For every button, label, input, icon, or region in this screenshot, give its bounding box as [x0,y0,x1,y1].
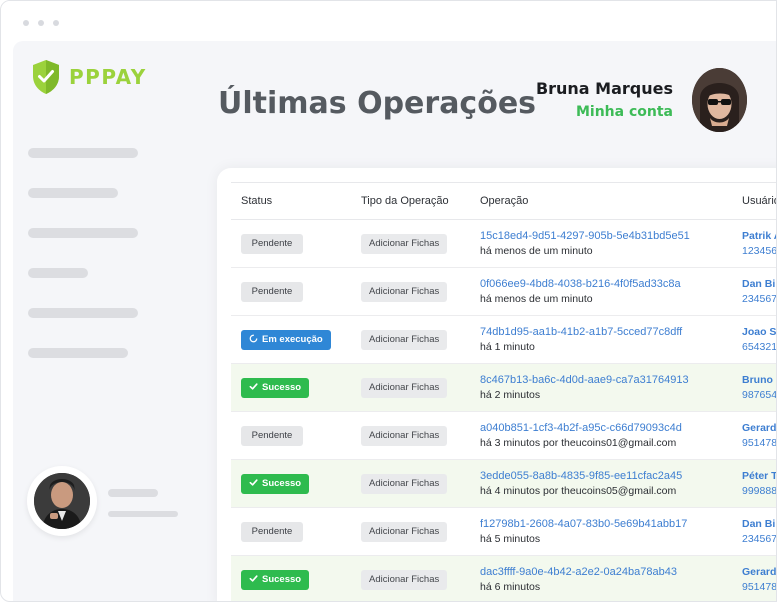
profile-role-placeholder [108,511,178,517]
my-account-link[interactable]: Minha conta [576,104,673,120]
operation-id-link[interactable]: 8c467b13-ba6c-4d0d-aae9-ca7a31764913 [480,374,732,386]
table-row[interactable]: Pendente Adicionar Fichas a040b851-1cf3-… [231,411,777,460]
operation-type-badge: Adicionar Fichas [361,329,448,350]
status-badge-success: Sucesso [241,569,310,590]
status-badge-pending: Pendente [241,233,303,254]
table-row[interactable]: Em execução Adicionar Fichas 74db1d95-aa… [231,315,777,364]
operations-card: Status Tipo da Operação Operação Usuário… [217,168,777,601]
app-window: PPPAY Últimas Operações Bruna Marques Mi… [0,0,777,602]
sidebar-item-placeholder[interactable] [28,348,128,358]
column-header-status[interactable]: Status [231,182,351,220]
check-icon [249,383,258,391]
brand-logo[interactable]: PPPAY [31,59,147,95]
operation-time: há 4 minutos por theucoins05@gmail.com [480,485,677,497]
user-number: 999888 [742,485,777,497]
window-dot-minimize[interactable] [38,20,44,26]
user-number: 654321 [742,341,777,353]
window-dot-maximize[interactable] [53,20,59,26]
window-dot-close[interactable] [23,20,29,26]
table-row[interactable]: Pendente Adicionar Fichas 15c18ed4-9d51-… [231,219,777,268]
table-header-row: Status Tipo da Operação Operação Usuário [231,182,776,220]
user-name-link[interactable]: Gerard I [742,422,776,434]
column-header-operation-type[interactable]: Tipo da Operação [351,182,470,220]
user-number: 951478 [742,437,777,449]
status-label: Sucesso [262,381,302,393]
user-number: 951478 [742,581,777,593]
avatar [34,473,90,529]
sidebar-item-placeholder[interactable] [28,308,138,318]
user-name-link[interactable]: Dan Bilz [742,518,776,530]
operation-time: há menos de um minuto [480,293,593,305]
operation-id-link[interactable]: 3edde055-8a8b-4835-9f85-ee11cfac2a45 [480,470,732,482]
status-label: Sucesso [262,477,302,489]
operations-table: Status Tipo da Operação Operação Usuário… [231,182,777,601]
sidebar-item-placeholder[interactable] [28,188,118,198]
user-name-link[interactable]: Péter Tr [742,470,776,482]
operation-type-badge: Adicionar Fichas [361,521,448,542]
check-icon [249,479,258,487]
sidebar-item-placeholder[interactable] [28,268,88,278]
brand-name: PPPAY [69,65,147,89]
avatar[interactable] [692,68,747,132]
operation-id-link[interactable]: 0f066ee9-4bd8-4038-b216-4f0f5ad33c8a [480,278,732,290]
operation-id-link[interactable]: 74db1d95-aa1b-41b2-a1b7-5cced77c8dff [480,326,732,338]
profile-name-placeholder [108,489,158,497]
user-number: 234567 [742,293,777,305]
status-badge-success: Sucesso [241,377,310,398]
sidebar-item-placeholder[interactable] [28,148,138,158]
table-row[interactable]: Sucesso Adicionar Fichas 3edde055-8a8b-4… [231,459,777,508]
user-number: 234567 [742,533,777,545]
sidebar-item-placeholder[interactable] [28,228,138,238]
page-title: Últimas Operações [218,86,537,121]
column-header-user[interactable]: Usuário [732,182,776,220]
operation-type-badge: Adicionar Fichas [361,569,448,590]
user-name-link[interactable]: Bruno V [742,374,776,386]
shield-check-icon [33,60,59,94]
table-row[interactable]: Sucesso Adicionar Fichas 8c467b13-ba6c-4… [231,363,777,412]
operation-type-badge: Adicionar Fichas [361,281,448,302]
status-badge-success: Sucesso [241,473,310,494]
operation-time: há 3 minutos por theucoins01@gmail.com [480,437,677,449]
user-name-link[interactable]: Patrik A [742,230,776,242]
sidebar-profile[interactable] [27,466,97,536]
status-label: Sucesso [262,573,302,585]
check-icon [249,575,258,583]
operation-type-badge: Adicionar Fichas [361,377,448,398]
status-label: Em execução [262,333,323,345]
status-badge-pending: Pendente [241,521,303,542]
operation-type-badge: Adicionar Fichas [361,473,448,494]
table-row[interactable]: Sucesso Adicionar Fichas dac3ffff-9a0e-4… [231,555,777,601]
operation-time: há 6 minutos [480,581,541,593]
user-name-link[interactable]: Dan Bilz [742,278,776,290]
operation-id-link[interactable]: f12798b1-2608-4a07-83b0-5e69b41abb17 [480,518,732,530]
operation-id-link[interactable]: 15c18ed4-9d51-4297-905b-5e4b31bd5e51 [480,230,732,242]
user-name-link[interactable]: Joao Sin [742,326,776,338]
status-badge-pending: Pendente [241,281,303,302]
operation-id-link[interactable]: a040b851-1cf3-4b2f-a95c-c66d79093c4d [480,422,732,434]
operation-time: há 1 minuto [480,341,535,353]
operation-id-link[interactable]: dac3ffff-9a0e-4b42-a2e2-0a24ba78ab43 [480,566,732,578]
column-header-operation[interactable]: Operação [470,182,732,220]
app-container: PPPAY Últimas Operações Bruna Marques Mi… [13,41,777,601]
user-number: 987654 [742,389,777,401]
user-name-link[interactable]: Gerard I [742,566,776,578]
table-row[interactable]: Pendente Adicionar Fichas f12798b1-2608-… [231,507,777,556]
table-row[interactable]: Pendente Adicionar Fichas 0f066ee9-4bd8-… [231,267,777,316]
operation-time: há 2 minutos [480,389,541,401]
operation-time: há 5 minutos [480,533,541,545]
title-bar [1,1,776,41]
status-badge-running: Em execução [241,329,331,350]
user-name: Bruna Marques [535,79,673,98]
operation-type-badge: Adicionar Fichas [361,233,448,254]
status-badge-pending: Pendente [241,425,303,446]
user-number: 123456 [742,245,777,257]
operation-type-badge: Adicionar Fichas [361,425,448,446]
operation-time: há menos de um minuto [480,245,593,257]
spinner-icon [249,335,258,343]
